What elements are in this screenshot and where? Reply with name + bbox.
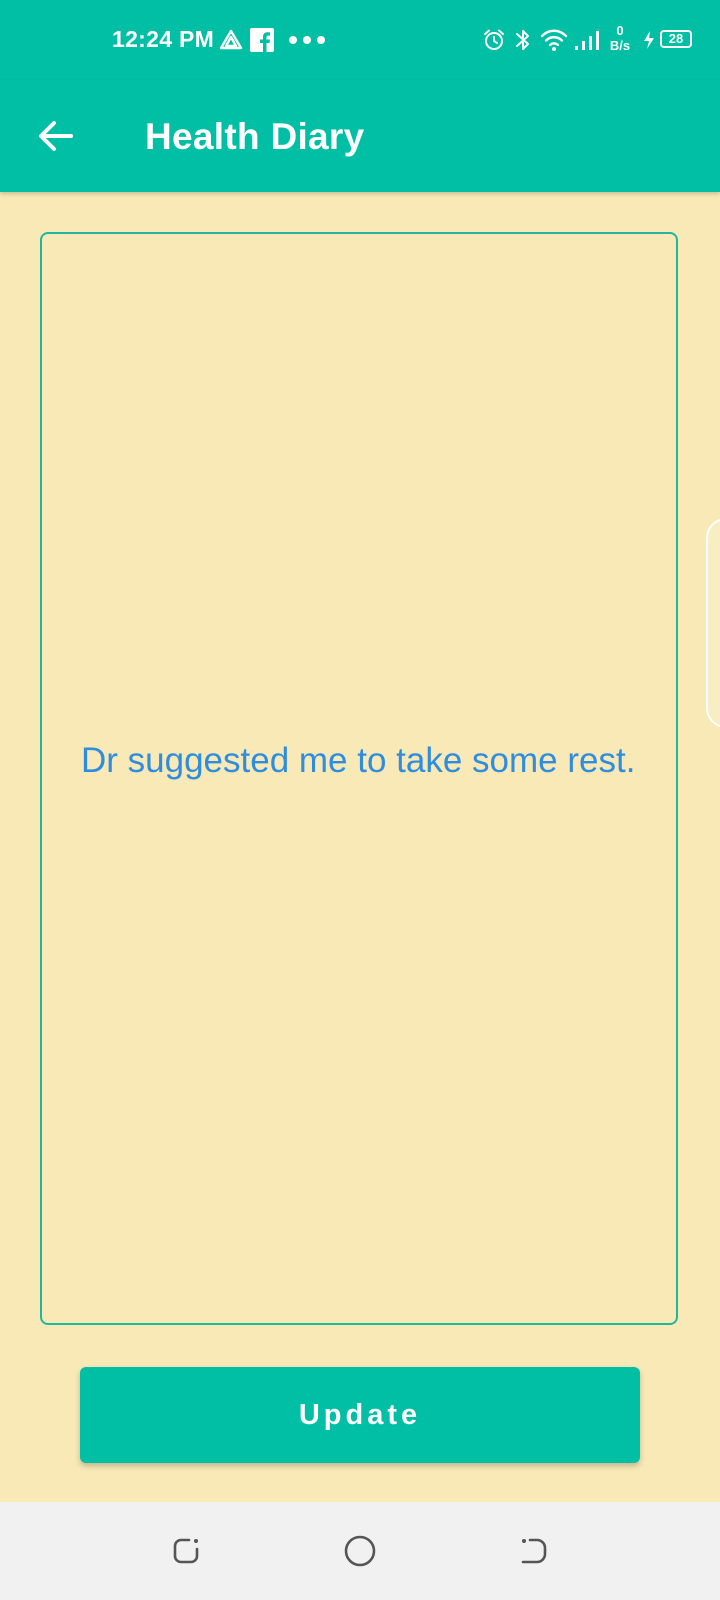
home-button[interactable] (342, 1533, 378, 1569)
status-time: 12:24 PM (112, 26, 215, 52)
arrow-left-icon (39, 121, 73, 151)
signal-icon (575, 31, 599, 50)
diary-entry-field[interactable]: Dr suggested me to take some rest. (40, 232, 678, 1325)
system-nav-bar (0, 1502, 720, 1600)
bluetooth-icon (516, 30, 529, 50)
edge-panel-handle[interactable] (706, 518, 720, 728)
back-nav-button[interactable] (516, 1533, 552, 1569)
recent-apps-button[interactable] (168, 1533, 204, 1569)
update-button[interactable]: Update (80, 1367, 640, 1463)
network-speed-unit: B/s (609, 38, 631, 53)
home-icon (344, 1535, 376, 1567)
facebook-icon (250, 28, 274, 52)
battery-level: 28 (668, 31, 684, 46)
wifi-icon (540, 29, 568, 51)
network-speed-value: 0 (616, 23, 624, 38)
status-bar: 12:24 PM 0 B/s 28 (0, 0, 720, 80)
diary-entry-text[interactable]: Dr suggested me to take some rest. (81, 737, 651, 784)
page-title: Health Diary (145, 116, 365, 157)
back-button[interactable] (30, 110, 82, 162)
recent-apps-icon (173, 1538, 199, 1564)
drive-icon (219, 29, 243, 50)
battery-icon: 28 (660, 30, 692, 48)
charging-icon (644, 31, 654, 49)
network-speed: 0 B/s (606, 23, 634, 54)
more-dots-icon (289, 36, 325, 44)
back-nav-icon (521, 1538, 547, 1564)
alarm-icon (484, 29, 504, 50)
app-bar: Health Diary (0, 80, 720, 192)
